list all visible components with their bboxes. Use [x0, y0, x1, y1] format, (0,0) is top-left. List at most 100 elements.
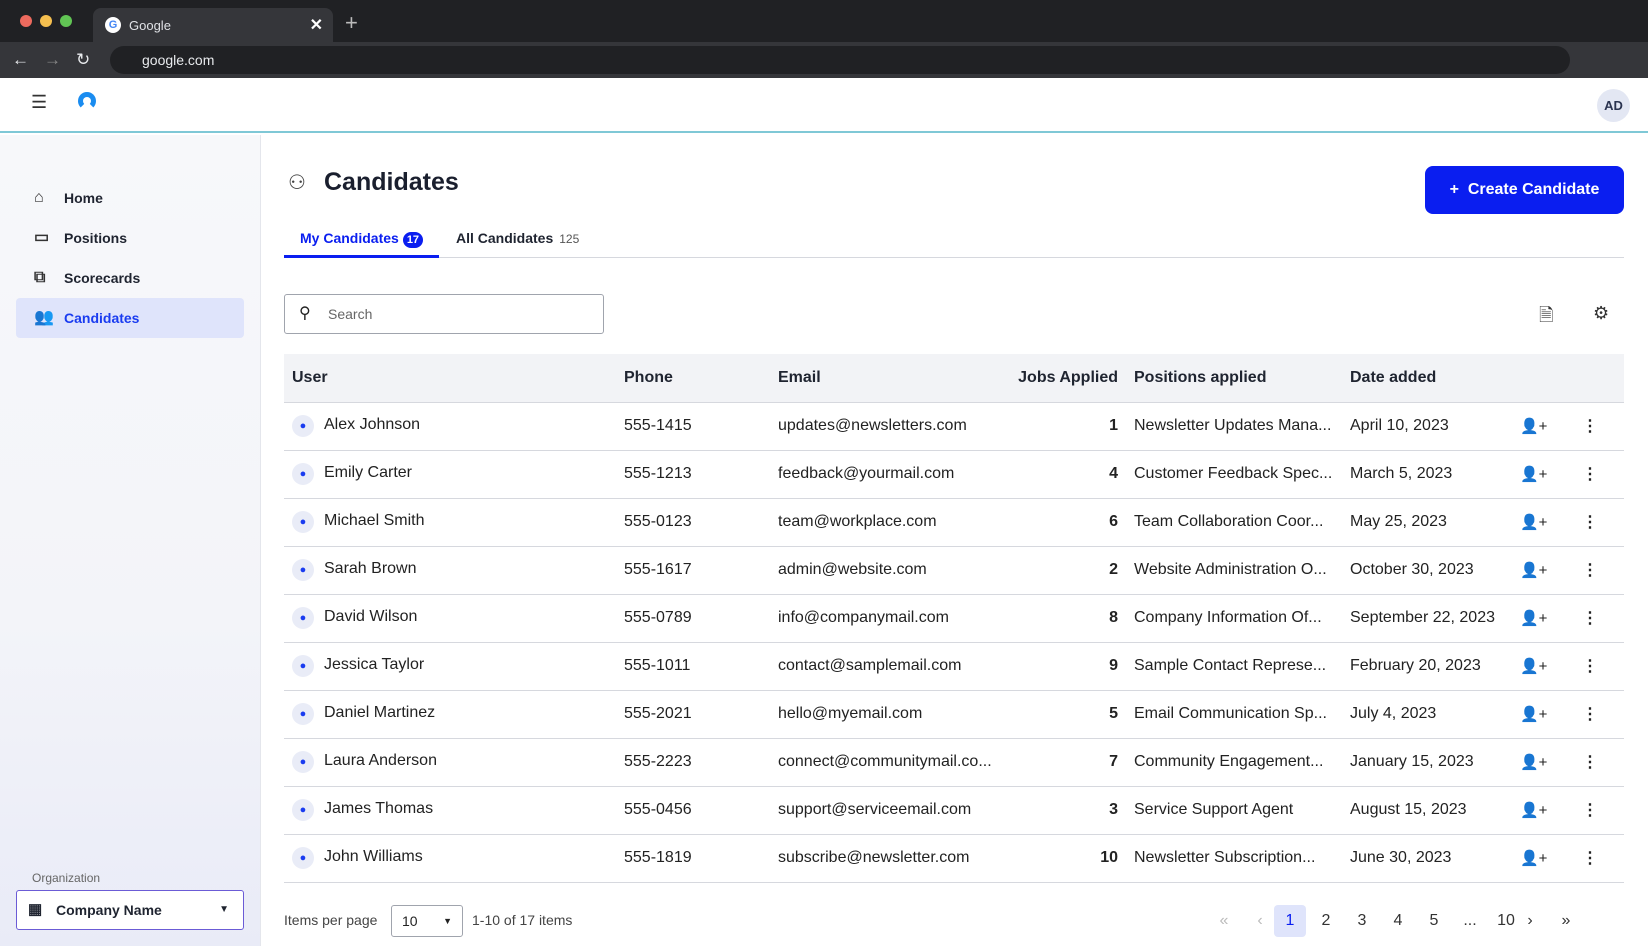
export-file-icon[interactable]: 🗎: [1539, 303, 1553, 333]
table-row[interactable]: ● Alex Johnson 555-1415 updates@newsletters…: [284, 402, 1624, 451]
add-user-icon[interactable]: 👤+: [1520, 418, 1547, 435]
user-icon: ●: [292, 655, 314, 677]
more-options-icon[interactable]: ⋮: [1568, 658, 1598, 675]
cell-menu: ⋮: [1560, 690, 1624, 739]
table-row[interactable]: ● James Thomas 555-0456 support@serviceemai…: [284, 786, 1624, 835]
phone-text: 555-1819: [624, 849, 692, 866]
cell-menu: ⋮: [1560, 450, 1624, 499]
page-2-button[interactable]: 2: [1310, 905, 1342, 937]
collapse-menu-icon[interactable]: ☰: [31, 92, 47, 113]
page-1-button[interactable]: 1: [1274, 905, 1306, 937]
tab-all-candidates[interactable]: All Candidates 125: [456, 225, 579, 258]
sidebar-item-home[interactable]: ⌂ Home: [16, 178, 244, 218]
add-user-icon[interactable]: 👤+: [1520, 658, 1547, 675]
create-candidate-button[interactable]: + Create Candidate: [1425, 166, 1624, 214]
column-header-date-added[interactable]: Date added: [1342, 354, 1512, 403]
table-row[interactable]: ● John Williams 555-1819 subscribe@newslett…: [284, 834, 1624, 883]
column-header-user[interactable]: User: [284, 354, 616, 403]
avatar[interactable]: AD: [1597, 89, 1630, 122]
cell-jobs-applied: 9: [1010, 642, 1126, 691]
page-5-button[interactable]: 5: [1418, 905, 1450, 937]
more-options-icon[interactable]: ⋮: [1568, 706, 1598, 723]
date-added-text: July 4, 2023: [1350, 705, 1437, 722]
phone-text: 555-0123: [624, 513, 692, 530]
cell-positions-applied: Newsletter Updates Mana...: [1126, 402, 1342, 451]
items-range: 1-10 of 17 items: [472, 912, 573, 928]
add-user-icon[interactable]: 👤+: [1520, 466, 1547, 483]
cell-add: 👤+: [1512, 690, 1560, 739]
new-tab-icon[interactable]: +: [345, 10, 358, 36]
page-4-button[interactable]: 4: [1382, 905, 1414, 937]
cell-date-added: September 22, 2023: [1342, 594, 1512, 643]
sidebar-item-label: Scorecards: [64, 270, 141, 286]
sidebar-item-positions[interactable]: ▭ Positions: [16, 218, 244, 258]
more-options-icon[interactable]: ⋮: [1568, 562, 1598, 579]
add-user-icon[interactable]: 👤+: [1520, 706, 1547, 723]
more-options-icon[interactable]: ⋮: [1568, 754, 1598, 771]
table-row[interactable]: ● Daniel Martinez 555-2021 hello@myemail.co…: [284, 690, 1624, 739]
app-logo-icon[interactable]: [78, 92, 96, 110]
building-icon: ▦: [28, 901, 43, 918]
add-user-icon[interactable]: 👤+: [1520, 802, 1547, 819]
table-row[interactable]: ● Michael Smith 555-0123 team@workplace.com…: [284, 498, 1624, 547]
browser-tab[interactable]: G Google ✕: [93, 8, 333, 42]
close-window-button[interactable]: [20, 15, 32, 27]
more-options-icon[interactable]: ⋮: [1568, 418, 1598, 435]
forward-icon[interactable]: →: [44, 50, 61, 70]
more-options-icon[interactable]: ⋮: [1568, 514, 1598, 531]
add-user-icon[interactable]: 👤+: [1520, 514, 1547, 531]
cell-add: 👤+: [1512, 546, 1560, 595]
more-options-icon[interactable]: ⋮: [1568, 850, 1598, 867]
column-header-phone[interactable]: Phone: [616, 354, 770, 403]
prev-page-icon[interactable]: ‹: [1244, 905, 1276, 937]
column-header-jobs-applied[interactable]: Jobs Applied: [1010, 354, 1126, 403]
table-row[interactable]: ● Sarah Brown 555-1617 admin@website.com 2 We…: [284, 546, 1624, 595]
jobs-applied-text: 9: [1109, 657, 1118, 674]
add-user-icon[interactable]: 👤+: [1520, 754, 1547, 771]
sidebar-item-candidates[interactable]: 👥 Candidates: [16, 298, 244, 338]
cell-add: 👤+: [1512, 642, 1560, 691]
settings-gear-icon[interactable]: ⚙: [1593, 303, 1609, 324]
page-3-button[interactable]: 3: [1346, 905, 1378, 937]
user-name-text: Sarah Brown: [324, 560, 417, 577]
close-tab-icon[interactable]: ✕: [310, 15, 323, 35]
url-field[interactable]: google.com: [110, 46, 1570, 74]
table-row[interactable]: ● David Wilson 555-0789 info@companymail.co…: [284, 594, 1624, 643]
reload-icon[interactable]: ↻: [76, 50, 90, 70]
phone-text: 555-1415: [624, 417, 692, 434]
table-row[interactable]: ● Laura Anderson 555-2223 connect@community…: [284, 738, 1624, 787]
add-user-icon[interactable]: 👤+: [1520, 610, 1547, 627]
cell-positions-applied: Customer Feedback Spec...: [1126, 450, 1342, 499]
more-options-icon[interactable]: ⋮: [1568, 610, 1598, 627]
add-user-icon[interactable]: 👤+: [1520, 562, 1547, 579]
column-header-email[interactable]: Email: [770, 354, 1010, 403]
next-page-icon[interactable]: ›: [1514, 905, 1546, 937]
last-page-icon[interactable]: »: [1550, 905, 1582, 937]
people-icon: ⚇: [288, 172, 306, 194]
more-options-icon[interactable]: ⋮: [1568, 802, 1598, 819]
first-page-icon[interactable]: «: [1208, 905, 1240, 937]
search-input[interactable]: ⚲ Search: [284, 294, 604, 334]
table-row[interactable]: ● Emily Carter 555-1213 feedback@yourmail.c…: [284, 450, 1624, 499]
column-header-positions[interactable]: Positions applied: [1126, 354, 1342, 403]
tab-my-candidates[interactable]: My Candidates 17: [284, 225, 440, 258]
minimize-window-button[interactable]: [40, 15, 52, 27]
maximize-window-button[interactable]: [60, 15, 72, 27]
user-icon: ●: [292, 415, 314, 437]
search-placeholder: Search: [328, 306, 373, 322]
organization-select[interactable]: ▦ Company Name ▼: [16, 890, 244, 930]
cell-menu: ⋮: [1560, 546, 1624, 595]
more-options-icon[interactable]: ⋮: [1568, 466, 1598, 483]
jobs-applied-text: 8: [1109, 609, 1118, 626]
add-user-icon[interactable]: 👤+: [1520, 850, 1547, 867]
table-row[interactable]: ● Jessica Taylor 555-1011 contact@samplemai…: [284, 642, 1624, 691]
back-icon[interactable]: ←: [12, 50, 29, 70]
positions-applied-text: Service Support Agent: [1134, 801, 1294, 818]
browser-tab-bar: G Google ✕ +: [0, 0, 1648, 42]
sidebar-item-scorecards[interactable]: ⧉ Scorecards: [16, 258, 244, 298]
date-added-text: October 30, 2023: [1350, 561, 1474, 578]
cell-positions-applied: Team Collaboration Coor...: [1126, 498, 1342, 547]
items-per-page-select[interactable]: 10 ▼: [391, 905, 463, 937]
date-added-text: May 25, 2023: [1350, 513, 1447, 530]
date-added-text: March 5, 2023: [1350, 465, 1453, 482]
